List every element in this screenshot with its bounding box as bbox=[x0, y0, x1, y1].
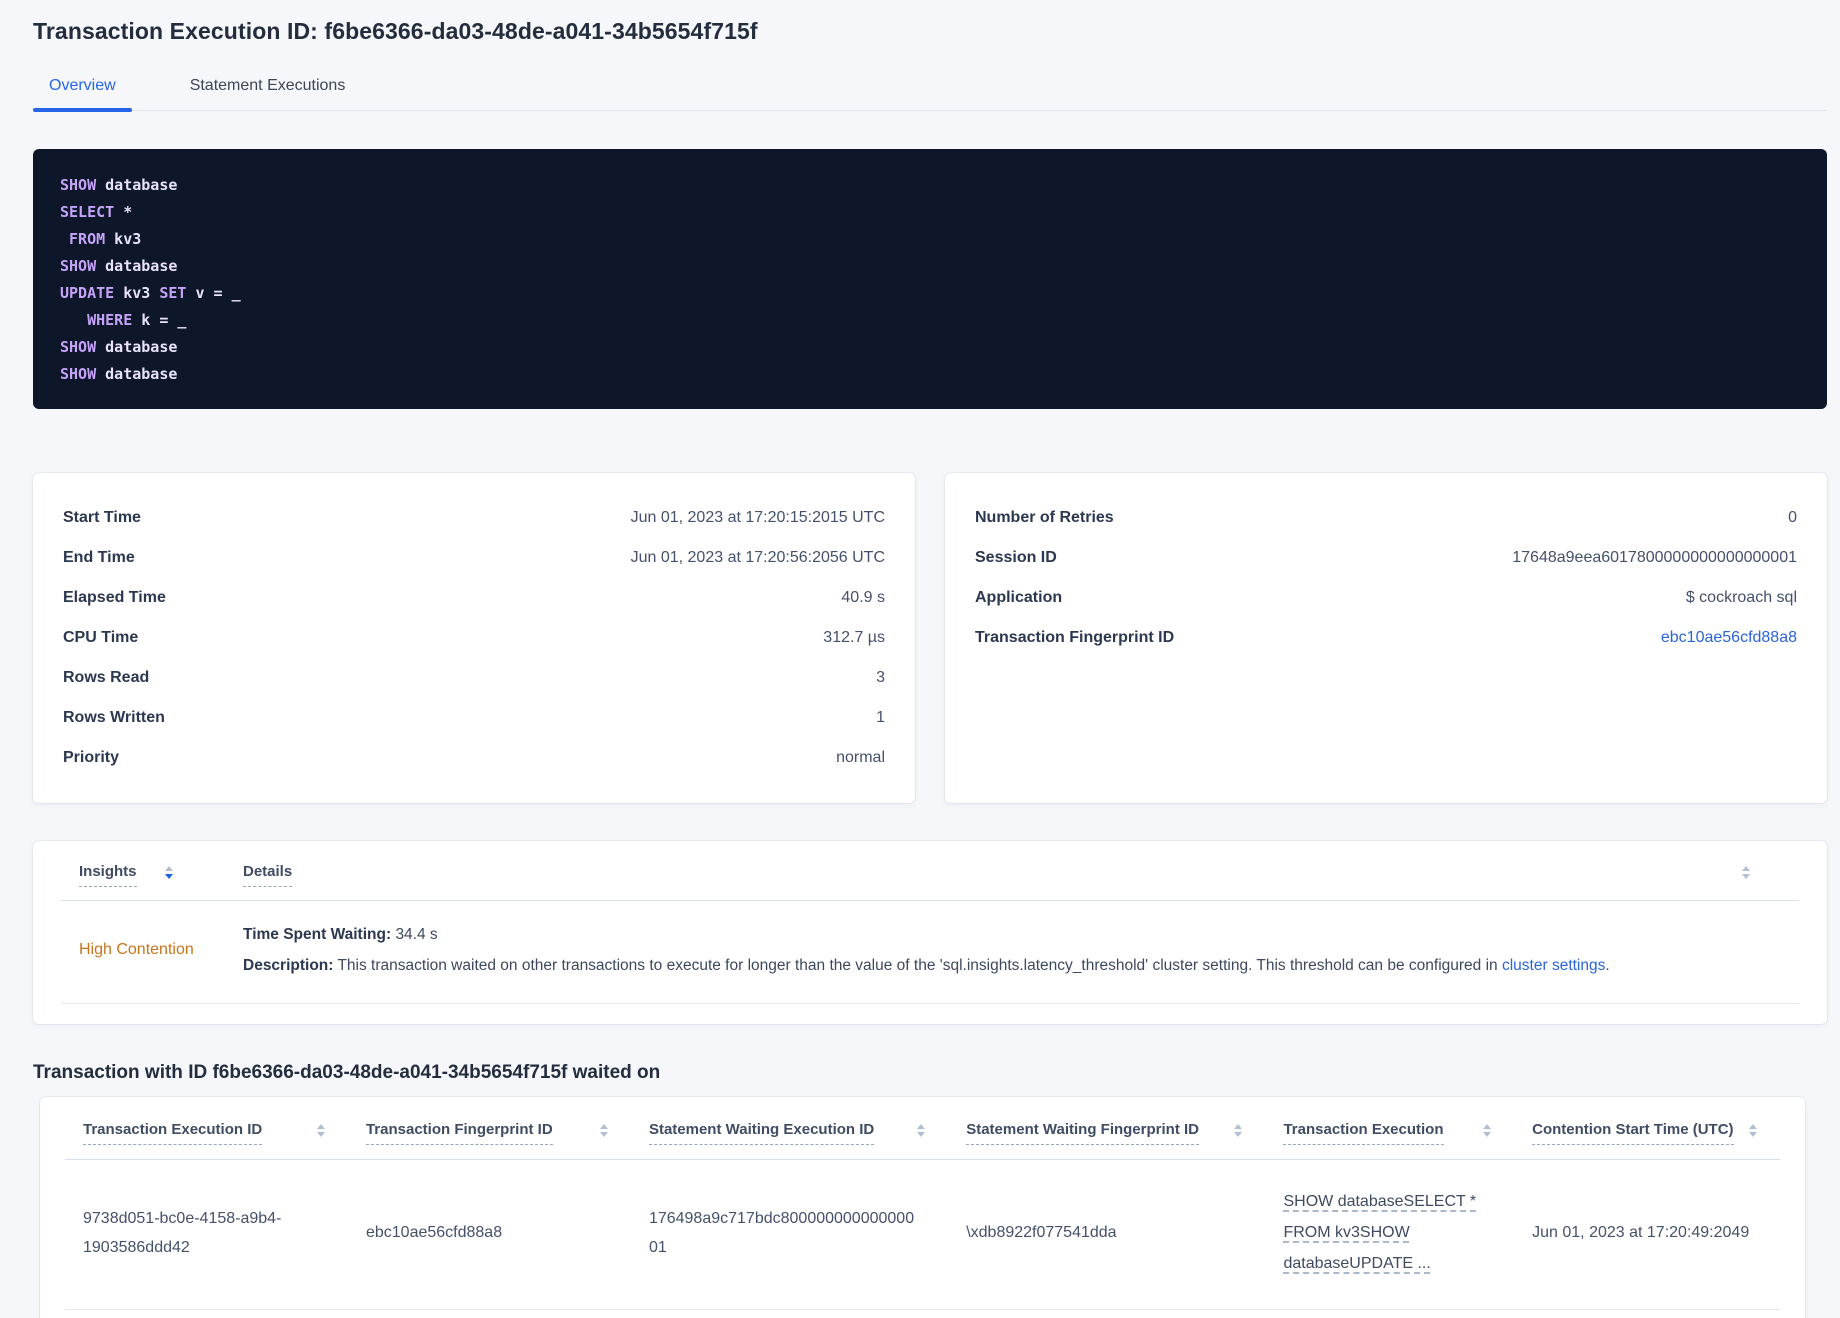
sql-line: SELECT * bbox=[60, 203, 133, 221]
sort-icon[interactable] bbox=[1748, 1124, 1758, 1137]
tab-bar: Overview Statement Executions bbox=[33, 67, 1827, 112]
transaction-execution-cell: SHOW databaseSELECT * FROM kv3SHOW datab… bbox=[1265, 1186, 1514, 1279]
sort-icon[interactable] bbox=[1741, 866, 1751, 879]
transaction-details-page: Transaction Execution ID: f6be6366-da03-… bbox=[0, 0, 1840, 1318]
table-header-cell: Contention Start Time (UTC) bbox=[1514, 1121, 1780, 1145]
summary-row: Rows Written 1 bbox=[63, 698, 885, 738]
cluster-settings-link[interactable]: cluster settings bbox=[1502, 957, 1605, 974]
column-header-label[interactable]: Statement Waiting Fingerprint ID bbox=[966, 1121, 1199, 1145]
transaction-fingerprint-id-cell: ebc10ae56cfd88a8 bbox=[365, 1224, 503, 1241]
sql-line: SHOW database bbox=[60, 365, 178, 383]
sort-icon[interactable] bbox=[316, 1124, 326, 1137]
statement-waiting-execution-id-cell: 176498a9c717bdc80000000000000001 bbox=[648, 1209, 915, 1256]
summary-card-left: Start Time Jun 01, 2023 at 17:20:15:2015 … bbox=[33, 473, 915, 803]
transaction-execution-link[interactable]: SHOW databaseSELECT * FROM kv3SHOW datab… bbox=[1283, 1193, 1476, 1272]
summary-value: 0 bbox=[1788, 509, 1797, 526]
sort-icon[interactable] bbox=[916, 1124, 926, 1137]
summary-label: Rows Read bbox=[63, 669, 150, 686]
column-header-label[interactable]: Transaction Execution ID bbox=[83, 1121, 263, 1145]
table-header-cell: Statement Waiting Execution ID bbox=[631, 1121, 948, 1145]
summary-label: Priority bbox=[63, 749, 120, 766]
waited-on-table-card: Transaction Execution ID Transaction Fing… bbox=[40, 1097, 1805, 1318]
sql-line: WHERE k = _ bbox=[87, 311, 187, 329]
insight-row: High Contention Time Spent Waiting: 34.4… bbox=[61, 901, 1799, 1004]
transaction-fingerprint-id-link[interactable]: ebc10ae56cfd88a8 bbox=[1661, 629, 1797, 647]
details-column-header[interactable]: Details bbox=[243, 863, 293, 887]
summary-value: 312.7 µs bbox=[823, 629, 885, 646]
summary-row: End Time Jun 01, 2023 at 17:20:56:2056 UT… bbox=[63, 538, 885, 578]
page-title: Transaction Execution ID: f6be6366-da03-… bbox=[33, 18, 758, 44]
sql-line: FROM kv3 bbox=[69, 230, 142, 248]
summary-cards: Start Time Jun 01, 2023 at 17:20:15:2015 … bbox=[33, 473, 1827, 803]
summary-label: Start Time bbox=[63, 509, 141, 526]
sort-icon[interactable] bbox=[1482, 1124, 1492, 1137]
summary-row: Priority normal bbox=[63, 738, 885, 778]
waited-table-body: 9738d051-bc0e-4158-a9b4-1903586ddd42 ebc1… bbox=[65, 1160, 1780, 1310]
summary-label: End Time bbox=[63, 549, 135, 566]
column-header-label[interactable]: Contention Start Time (UTC) bbox=[1532, 1121, 1734, 1145]
summary-label: Session ID bbox=[975, 549, 1057, 566]
summary-row: Number of Retries 0 bbox=[975, 498, 1797, 538]
summary-row: Elapsed Time 40.9 s bbox=[63, 578, 885, 618]
sort-icon[interactable] bbox=[1233, 1124, 1243, 1137]
summary-row: Session ID 17648a9eea60178000000000000000… bbox=[975, 538, 1797, 578]
summary-value: 3 bbox=[876, 669, 885, 686]
column-header-label[interactable]: Statement Waiting Execution ID bbox=[648, 1121, 875, 1145]
sql-line: SHOW database bbox=[60, 176, 178, 194]
high-contention-badge: High Contention bbox=[79, 941, 194, 958]
insights-card: Insights Details High Contention Time Sp… bbox=[33, 841, 1827, 1024]
sort-icon[interactable] bbox=[164, 866, 174, 879]
tab-statement-executions[interactable]: Statement Executions bbox=[174, 67, 362, 110]
summary-label: Transaction Fingerprint ID bbox=[975, 629, 1175, 646]
summary-value: normal bbox=[836, 749, 885, 766]
statement-waiting-fingerprint-id-cell: \xdb8922f077541dda bbox=[966, 1224, 1117, 1241]
table-header-cell: Transaction Execution ID bbox=[65, 1121, 348, 1145]
insight-details: Time Spent Waiting: 34.4 s Description: … bbox=[243, 919, 1799, 981]
column-header-label[interactable]: Transaction Fingerprint ID bbox=[365, 1121, 553, 1145]
summary-label: Application bbox=[975, 589, 1063, 606]
summary-row: Rows Read 3 bbox=[63, 658, 885, 698]
table-header-cell: Transaction Execution bbox=[1265, 1121, 1514, 1145]
summary-row: Application $ cockroach sql bbox=[975, 578, 1797, 618]
summary-value: 1 bbox=[876, 709, 885, 726]
summary-value: 40.9 s bbox=[841, 589, 885, 606]
summary-label: Number of Retries bbox=[975, 509, 1114, 526]
summary-label: CPU Time bbox=[63, 629, 139, 646]
sql-statements-box: SHOW database SELECT * FROM kv3 SHOW datab… bbox=[33, 149, 1827, 409]
tab-overview[interactable]: Overview bbox=[33, 67, 132, 112]
waited-on-heading: Transaction with ID f6be6366-da03-48de-a… bbox=[33, 1062, 661, 1083]
sql-line: UPDATE kv3 SET v = _ bbox=[60, 284, 241, 302]
summary-value: Jun 01, 2023 at 17:20:15:2015 UTC bbox=[630, 509, 885, 526]
summary-value: 17648a9eea6017800000000000000001 bbox=[1512, 549, 1797, 566]
summary-row: CPU Time 312.7 µs bbox=[63, 618, 885, 658]
table-header-cell: Statement Waiting Fingerprint ID bbox=[948, 1121, 1265, 1145]
sort-icon[interactable] bbox=[599, 1124, 609, 1137]
column-header-label[interactable]: Transaction Execution bbox=[1283, 1121, 1444, 1145]
time-spent-waiting: Time Spent Waiting: 34.4 s bbox=[243, 926, 438, 943]
summary-row: Transaction Fingerprint ID ebc10ae56cfd88… bbox=[975, 618, 1797, 658]
summary-label: Rows Written bbox=[63, 709, 165, 726]
summary-row: Start Time Jun 01, 2023 at 17:20:15:2015 … bbox=[63, 498, 885, 538]
summary-value: Jun 01, 2023 at 17:20:56:2056 UTC bbox=[630, 549, 885, 566]
sql-line: SHOW database bbox=[60, 338, 178, 356]
sql-code: SHOW database SELECT * FROM kv3 SHOW datab… bbox=[60, 172, 1800, 388]
table-header-cell: Transaction Fingerprint ID bbox=[348, 1121, 631, 1145]
summary-card-right: Number of Retries 0 Session ID 17648a9eea60… bbox=[945, 473, 1827, 803]
sql-line: SHOW database bbox=[60, 257, 178, 275]
contention-start-time-cell: Jun 01, 2023 at 17:20:49:2049 bbox=[1532, 1224, 1750, 1241]
transaction-execution-id-cell: 9738d051-bc0e-4158-a9b4-1903586ddd42 bbox=[83, 1209, 282, 1256]
summary-label: Elapsed Time bbox=[63, 589, 166, 606]
insight-description: Description: This transaction waited on … bbox=[243, 957, 1610, 974]
insights-column-header[interactable]: Insights bbox=[79, 863, 137, 887]
table-row: 9738d051-bc0e-4158-a9b4-1903586ddd42 ebc1… bbox=[65, 1160, 1780, 1310]
insights-table-header: Insights Details bbox=[61, 841, 1799, 901]
waited-table-header: Transaction Execution ID Transaction Fing… bbox=[65, 1097, 1780, 1160]
summary-value: $ cockroach sql bbox=[1685, 589, 1797, 606]
